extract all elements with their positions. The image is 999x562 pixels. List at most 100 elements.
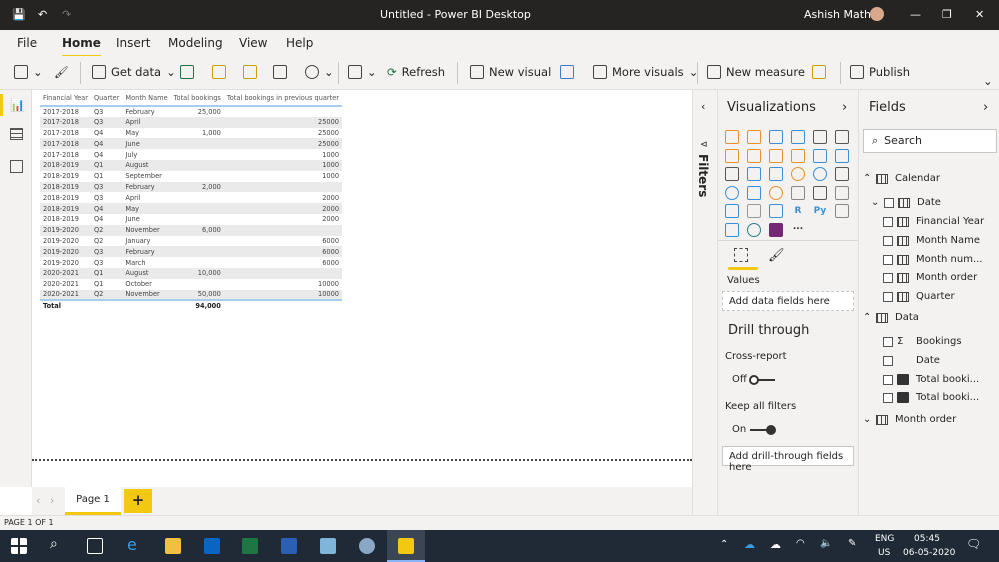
refresh-button[interactable]: ⟳ Refresh [387,65,445,79]
field-checkbox[interactable] [884,197,894,208]
add-page-button[interactable]: + [124,489,152,513]
quick-measure-button[interactable] [812,65,826,79]
waterfall-visual-icon[interactable] [725,167,739,182]
r-visual-visual-icon[interactable]: R [791,204,805,218]
table-visual[interactable]: Financial Year Quarter Month Name Total boo… [40,92,343,312]
table-row[interactable]: 2017-2018 Q4 June 25000 [40,138,343,150]
search-input[interactable]: ⌕ Search [863,129,997,153]
format-painter-button[interactable]: 🖌 [54,65,69,79]
line-visual-icon[interactable] [725,148,739,163]
chevron-right-icon[interactable]: › [983,100,988,115]
collapse-ribbon-icon[interactable]: ⌄ [983,74,993,88]
cross-report-toggle[interactable]: Off [732,374,775,385]
notes-icon[interactable] [320,538,336,554]
kpi-visual-icon[interactable] [835,185,849,200]
treemap-visual-icon[interactable] [835,167,849,182]
table-row[interactable]: 2017-2018 Q4 July 1000 [40,149,342,160]
column-header[interactable]: Total bookings [170,92,224,107]
ribbon-visual-icon[interactable] [835,148,849,163]
slicer-visual-icon[interactable] [725,204,739,219]
get-data-button[interactable]: Get data ⌄ [92,65,176,79]
qa-visual-icon[interactable] [725,223,739,237]
recent-sources-button[interactable]: ⌄ [305,65,334,79]
task-view-icon[interactable] [87,538,103,554]
column-header[interactable]: Quarter [90,92,123,107]
pie-visual-icon[interactable] [791,167,805,182]
clock-time[interactable]: 05:45 [914,534,940,544]
paint-icon[interactable] [359,538,375,554]
field-checkbox[interactable] [883,392,893,403]
minimize-icon[interactable]: — [910,8,921,21]
field-checkbox[interactable] [883,272,893,283]
paste-button[interactable]: ⌄ [14,65,43,79]
notifications-icon[interactable]: 🗨 [966,537,981,551]
menu-home[interactable]: Home [62,36,101,57]
table-row[interactable]: 2020-2021 Q1 October 10000 [40,279,342,290]
field-checkbox[interactable] [883,374,893,385]
field-checkbox[interactable] [883,355,893,366]
language-indicator[interactable]: ENG [875,534,894,544]
tab-page-1[interactable]: Page 1 [65,487,121,515]
values-well[interactable]: Add data fields here [722,291,854,311]
gauge-visual-icon[interactable] [769,185,783,200]
table-row[interactable]: 2017-2018 Q3 April 25000 [40,116,343,128]
model-view-icon[interactable] [10,160,23,173]
dataset-button[interactable] [212,65,226,79]
save-icon[interactable]: 💾 [12,8,26,21]
more-visuals-icon[interactable]: ... [791,220,805,234]
excel-button[interactable] [180,65,194,79]
report-view-icon[interactable]: 📊 [10,98,25,112]
menu-help[interactable]: Help [286,36,313,50]
table-row[interactable]: 2018-2019 Q4 June 2000 [40,214,342,225]
volume-icon[interactable]: 🔈 [820,538,832,549]
field-item[interactable]: Month Name [883,235,980,246]
stacked-column-visual-icon[interactable] [747,130,761,144]
field-table[interactable]: ⌄ Month order [863,414,956,425]
onedrive-icon[interactable]: ☁ [744,538,755,551]
region-indicator[interactable]: US [878,548,890,558]
multi-row-card-visual-icon[interactable] [813,185,827,200]
chevron-down-icon[interactable]: ⌄ [863,414,872,425]
pen-icon[interactable]: ✎ [848,538,856,549]
100-bar-visual-icon[interactable] [813,130,827,144]
chevron-left-icon[interactable]: ‹ [701,100,705,113]
field-item[interactable]: ⌄ Date [871,197,941,208]
prev-page-icon[interactable]: ‹ [36,494,40,507]
outlook-icon[interactable] [204,538,220,554]
format-roller-icon[interactable]: 🖌 [768,248,785,263]
edge-icon[interactable]: e [127,535,143,554]
search-icon[interactable]: ⌕ [50,536,66,552]
sql-button[interactable] [243,65,257,79]
chevron-up-icon[interactable]: ⌃ [720,539,728,550]
field-item[interactable]: Total booki... [883,374,979,385]
table-row[interactable]: 2018-2019 Q4 May 2000 [40,203,343,214]
table-row[interactable]: 2018-2019 Q1 August 1000 [40,159,343,171]
data-view-icon[interactable] [10,128,23,140]
map-visual-icon[interactable] [725,185,739,200]
stacked-bar-visual-icon[interactable] [725,130,739,144]
power-apps-visual-icon[interactable] [769,223,783,237]
wifi-icon[interactable]: ◠ [796,538,805,549]
chevron-right-icon[interactable]: › [842,100,847,115]
power-bi-taskbar-button[interactable] [387,530,425,562]
column-header[interactable]: Financial Year [40,92,91,107]
chevron-up-icon[interactable]: ⌃ [863,173,872,184]
field-checkbox[interactable] [883,254,893,265]
file-explorer-icon[interactable] [165,538,181,554]
table-row[interactable]: 2019-2020 Q2 January 6000 [40,236,342,247]
column-header[interactable]: Total bookings in previous quarter [223,92,343,107]
filters-pane-collapsed[interactable]: ‹ ⊲ Filters [692,90,717,515]
next-page-icon[interactable]: › [50,494,54,507]
drill-through-well[interactable]: Add drill-through fields here [722,446,854,473]
chevron-down-icon[interactable]: ⌄ [871,197,880,208]
table-visual-icon[interactable] [747,204,761,219]
clock-date[interactable]: 06-05-2020 [903,548,955,558]
keep-filters-toggle[interactable]: On [732,424,777,435]
100-column-visual-icon[interactable] [835,130,849,144]
filled-map-visual-icon[interactable] [747,185,761,200]
field-checkbox[interactable] [883,235,893,246]
word-icon[interactable] [281,538,297,554]
funnel-visual-icon[interactable] [747,167,761,182]
table-row[interactable]: 2018-2019 Q1 September 1000 [40,171,342,182]
field-item[interactable]: Total booki... [883,392,979,403]
